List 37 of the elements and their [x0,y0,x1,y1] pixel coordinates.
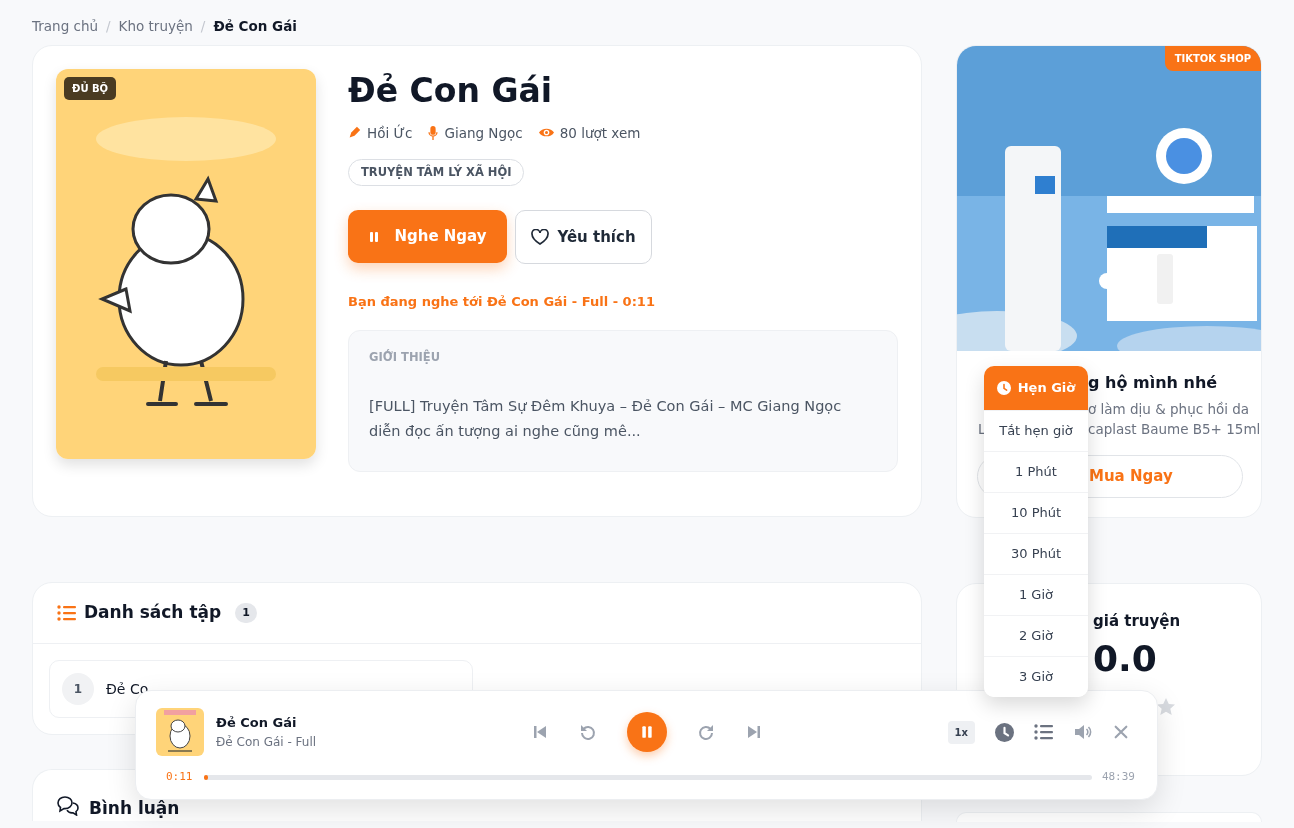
menu-item[interactable]: 2 Giờ [984,615,1088,656]
favorite-button[interactable]: Yêu thích [515,210,652,265]
elapsed-time: 0:11 [166,769,194,785]
author-name[interactable]: Hồi Ức [367,122,413,143]
story-title: Đẻ Con Gái [348,71,554,111]
status-badge: ĐỦ BỘ [64,77,117,100]
menu-item[interactable]: 1 Giờ [984,574,1088,615]
breadcrumb-link[interactable]: Kho truyện [118,16,193,37]
menu-item[interactable]: 30 Phút [984,533,1088,574]
count-badge: 1 [235,602,257,624]
progress-note: Bạn đang nghe tới Đẻ Con Gái - Full - 0:11 [348,293,656,312]
episode-number: 1 [62,673,94,705]
shop-badge: TIKTOK SHOP [1164,46,1261,71]
menu-item[interactable]: 10 Phút [984,492,1088,533]
rating-score: 0.0 [1093,636,1158,681]
intro-heading: GIỚI THIỆU [369,350,441,365]
breadcrumb-separator: / [106,17,111,37]
intro-text: [FULL] Truyện Tâm Sự Đêm Khuya – Đẻ Con Gái – MC Giang Ngọc diễn đọc ấn tượng ai nghe cũng mê... [369,397,843,442]
section-title: Danh sách tập [84,601,222,625]
ad-title: g hộ mình nhé [1088,373,1218,392]
rating-title: giá truyện [1093,611,1182,632]
menu-item[interactable]: 1 Phút [984,451,1088,492]
speed-button[interactable]: 1x [947,720,975,744]
narrator-name[interactable]: Giang Ngọc [444,122,523,143]
duration-time: 48:39 [1101,769,1135,785]
ad-description: ơ làm dịu & phục hồi da [1088,400,1251,419]
ad-description: caplast Baume B5+ 15ml [1088,420,1261,439]
view-count: 80 lượt xem [559,123,641,143]
ad-description: L [978,421,986,437]
breadcrumb-link[interactable]: Trang chủ [32,16,99,37]
breadcrumb-separator: / [200,17,206,37]
track-subtitle: Đẻ Con Gái - Full [216,733,317,751]
section-title: Bình luận [89,797,180,820]
breadcrumb-current: Đẻ Con Gái [213,17,297,37]
menu-title: Hẹn Giờ [1017,379,1076,398]
menu-item[interactable]: 3 Giờ [984,656,1088,697]
menu-item[interactable]: Tắt hẹn giờ [984,410,1088,451]
